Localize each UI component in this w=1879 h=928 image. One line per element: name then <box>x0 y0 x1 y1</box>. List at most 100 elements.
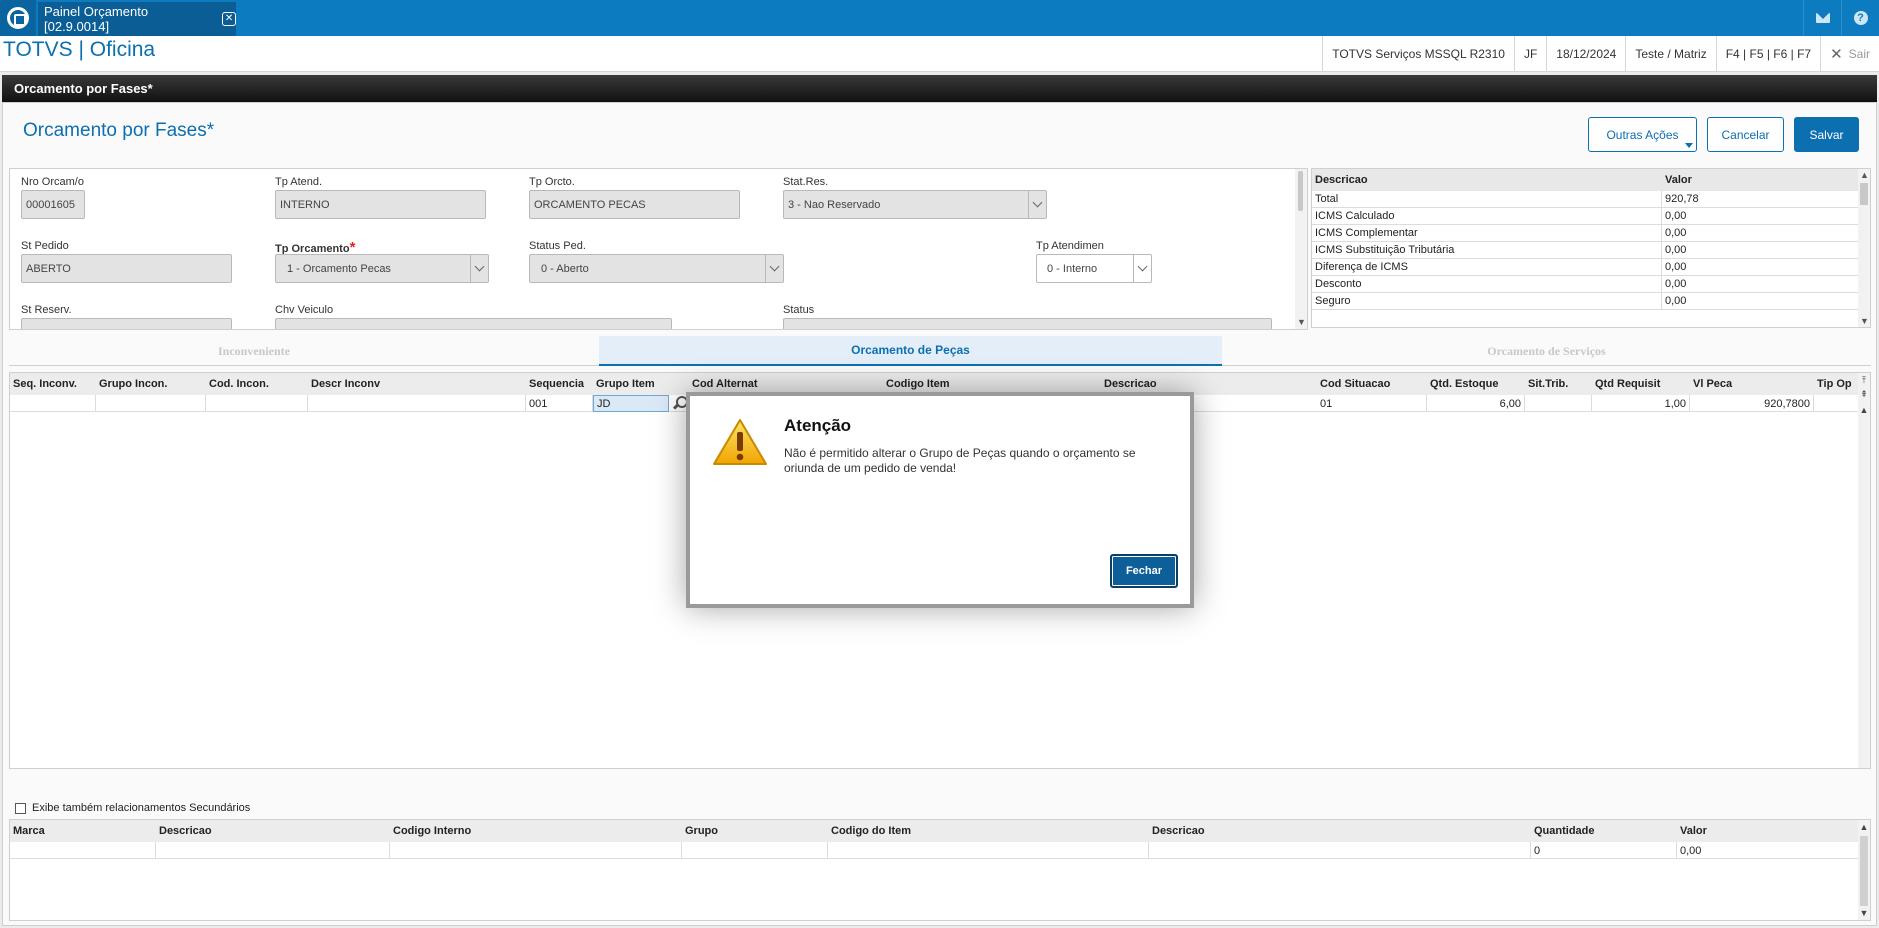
nro-orcamento-field[interactable]: 00001605 <box>21 190 85 219</box>
grid-cell[interactable] <box>682 842 828 859</box>
col-header[interactable]: Descricao <box>156 820 390 842</box>
scroll-thumb[interactable] <box>1298 171 1303 211</box>
tab-inconveniente[interactable]: Inconveniente <box>9 336 499 366</box>
summary-row[interactable]: Diferença de ICMS 0,00 <box>1312 259 1860 276</box>
help-button[interactable]: ? <box>1841 0 1879 36</box>
grid-cell[interactable] <box>1149 842 1531 859</box>
checkbox[interactable] <box>15 802 26 814</box>
sequencia-cell[interactable]: 001 <box>526 395 593 412</box>
scroll-thumb[interactable] <box>1860 183 1868 205</box>
grid-cell[interactable] <box>206 395 308 412</box>
grid-cell[interactable] <box>390 842 682 859</box>
col-header[interactable]: Quantidade <box>1531 820 1677 842</box>
st-pedido-field[interactable]: ABERTO <box>21 254 232 283</box>
secondary-relations-checkbox[interactable]: Exibe também relacionamentos Secundários <box>15 802 250 814</box>
scroll-top-icon[interactable]: ⤒ <box>1859 375 1869 385</box>
col-header[interactable]: Marca <box>10 820 156 842</box>
summary-row[interactable]: Desconto 0,00 <box>1312 276 1860 293</box>
col-header[interactable]: Qtd. Estoque <box>1427 373 1525 395</box>
summary-header-valor[interactable]: Valor <box>1662 169 1860 191</box>
search-icon[interactable] <box>672 396 688 411</box>
other-actions-button[interactable]: Outras Ações <box>1588 117 1697 152</box>
save-button[interactable]: Salvar <box>1794 117 1859 152</box>
grid-cell[interactable] <box>828 842 1149 859</box>
grid-cell[interactable] <box>96 395 206 412</box>
col-header[interactable]: Grupo <box>682 820 828 842</box>
col-header[interactable]: Grupo Incon. <box>96 373 206 395</box>
mail-button[interactable] <box>1803 0 1841 36</box>
tab-orcamento-servicos[interactable]: Orcamento de Serviços <box>1222 336 1871 366</box>
chevron-up-icon[interactable]: ▲ <box>1860 170 1869 180</box>
col-header[interactable]: Cod Situacao <box>1317 373 1427 395</box>
exit-button[interactable]: ✕ Sair <box>1820 36 1879 72</box>
chevron-up-icon[interactable]: ▲ <box>1859 822 1869 832</box>
col-header[interactable]: Tip Op <box>1814 373 1860 395</box>
cod-situacao-cell[interactable]: 01 <box>1317 395 1427 412</box>
close-button[interactable]: Fechar <box>1110 554 1178 588</box>
grid-cell[interactable] <box>308 395 526 412</box>
shortcuts-label[interactable]: F4 | F5 | F6 | F7 <box>1715 36 1820 72</box>
col-header[interactable]: Sequencia <box>526 373 593 395</box>
chevron-up-icon[interactable]: ▲ <box>1859 405 1869 415</box>
summary-row[interactable]: ICMS Calculado 0,00 <box>1312 208 1860 225</box>
grid-cell[interactable] <box>156 842 390 859</box>
chevron-down-icon[interactable] <box>1028 191 1046 218</box>
branch-label[interactable]: Teste / Matriz <box>1625 36 1715 72</box>
tp-orcamento-select[interactable]: 1 - Orcamento Pecas <box>275 254 489 283</box>
grupo-item-cell[interactable]: JD <box>593 395 669 412</box>
vl-peca-cell[interactable]: 920,7800 <box>1690 395 1814 412</box>
grid-scrollbar[interactable]: ⤒ ⇞ ▲ ▼ ⇟ ⤓ <box>1858 373 1870 768</box>
col-header[interactable]: Sit.Trib. <box>1525 373 1592 395</box>
scroll-thumb[interactable] <box>1860 836 1868 906</box>
valor-cell[interactable]: 0,00 <box>1677 842 1860 859</box>
chevron-down-icon[interactable]: ▼ <box>1859 908 1869 918</box>
qtd-requisit-cell[interactable]: 1,00 <box>1592 395 1690 412</box>
fields-scrollbar[interactable]: ▼ <box>1295 169 1307 329</box>
st-reserv-field[interactable] <box>21 318 232 329</box>
chevron-down-icon[interactable]: ▼ <box>1297 317 1306 327</box>
date-label[interactable]: 18/12/2024 <box>1546 36 1625 72</box>
environment-label[interactable]: TOTVS Serviços MSSQL R2310 <box>1322 36 1514 72</box>
status-field[interactable] <box>783 318 1272 329</box>
col-header[interactable]: Vl Peca <box>1690 373 1814 395</box>
table-row[interactable]: 0 0,00 <box>10 842 1860 859</box>
col-header[interactable]: Descr Inconv <box>308 373 526 395</box>
summary-row[interactable]: Total 920,78 <box>1312 191 1860 208</box>
col-header[interactable]: Cod. Incon. <box>206 373 308 395</box>
col-header[interactable]: Descricao <box>1149 820 1531 842</box>
stat-res-select[interactable]: 3 - Nao Reservado <box>783 190 1047 219</box>
user-label[interactable]: JF <box>1513 36 1546 72</box>
status-ped-select[interactable]: 0 - Aberto <box>529 254 784 283</box>
chevron-down-icon[interactable] <box>1133 255 1151 282</box>
summary-row[interactable]: ICMS Complementar 0,00 <box>1312 225 1860 242</box>
col-header[interactable]: Valor <box>1677 820 1860 842</box>
summary-row[interactable]: ICMS Substituição Tributária 0,00 <box>1312 242 1860 259</box>
totvs-logo-button[interactable] <box>0 0 36 36</box>
chv-veiculo-field[interactable] <box>275 318 672 329</box>
tab-orcamento-pecas[interactable]: Orcamento de Peças <box>599 336 1222 366</box>
scroll-page-up-icon[interactable]: ⇞ <box>1859 389 1869 399</box>
tab-painel-orcamento[interactable]: Painel Orçamento [02.9.0014] ✕ <box>38 2 236 36</box>
sit-trib-cell[interactable] <box>1525 395 1592 412</box>
summary-scrollbar[interactable]: ▲ ▼ <box>1858 169 1870 327</box>
tp-atendimen-select[interactable]: 0 - Interno <box>1036 254 1152 283</box>
col-header[interactable]: Qtd Requisit <box>1592 373 1690 395</box>
quantidade-cell[interactable]: 0 <box>1531 842 1677 859</box>
col-header[interactable]: Seq. Inconv. <box>10 373 95 395</box>
close-icon[interactable]: ✕ <box>222 12 236 26</box>
chevron-down-icon[interactable]: ▼ <box>1860 316 1869 326</box>
cancel-button[interactable]: Cancelar <box>1707 117 1784 152</box>
chevron-down-icon[interactable] <box>765 255 783 282</box>
tp-orcto-field[interactable]: ORCAMENTO PECAS <box>529 190 740 219</box>
qtd-estoque-cell[interactable]: 6,00 <box>1427 395 1525 412</box>
grid-cell[interactable] <box>10 395 96 412</box>
bottom-grid-scrollbar[interactable]: ▲ ▼ <box>1858 820 1870 920</box>
summary-row[interactable]: Seguro 0,00 <box>1312 293 1860 310</box>
grid-cell[interactable] <box>10 842 156 859</box>
chevron-down-icon[interactable] <box>470 255 488 282</box>
col-header[interactable]: Grupo Item <box>593 373 689 395</box>
col-header[interactable]: Codigo do Item <box>828 820 1149 842</box>
tp-atend-field[interactable]: INTERNO <box>275 190 486 219</box>
col-header[interactable]: Codigo Interno <box>390 820 682 842</box>
summary-header-descricao[interactable]: Descricao <box>1312 169 1662 191</box>
